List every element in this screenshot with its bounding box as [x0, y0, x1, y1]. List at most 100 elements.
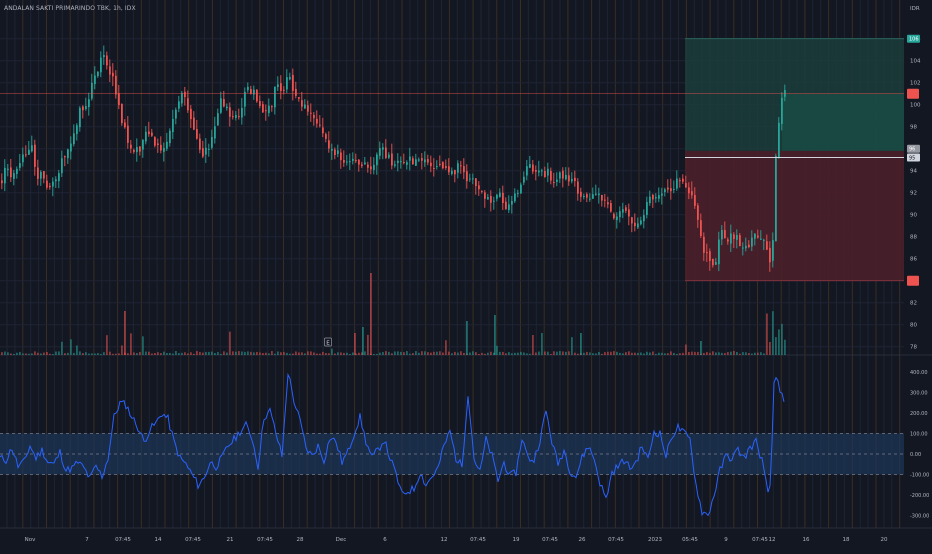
candle-body[interactable] [616, 216, 618, 221]
candle-body[interactable] [244, 91, 246, 107]
candle-body[interactable] [454, 170, 456, 175]
candle-body[interactable] [229, 107, 231, 117]
candle-body[interactable] [637, 223, 639, 228]
candle-body[interactable] [391, 153, 393, 166]
candle-body[interactable] [310, 112, 312, 114]
candle-body[interactable] [220, 98, 222, 113]
candle-body[interactable] [337, 150, 339, 154]
candle-body[interactable] [781, 97, 783, 124]
candle-body[interactable] [64, 156, 66, 158]
candle-body[interactable] [181, 92, 183, 104]
candle-body[interactable] [397, 160, 399, 163]
candle-body[interactable] [232, 116, 234, 118]
candle-body[interactable] [154, 137, 156, 146]
candle-body[interactable] [142, 139, 144, 150]
candle-body[interactable] [757, 235, 759, 238]
candle-body[interactable] [67, 149, 69, 159]
candle-body[interactable] [334, 149, 336, 156]
candle-body[interactable] [574, 177, 576, 182]
candle-body[interactable] [361, 164, 363, 166]
candle-body[interactable] [385, 147, 387, 158]
candle-body[interactable] [241, 107, 243, 118]
candle-body[interactable] [40, 171, 42, 179]
candle-body[interactable] [745, 245, 747, 249]
candle-body[interactable] [586, 194, 588, 198]
candle-body[interactable] [22, 154, 24, 163]
candle-body[interactable] [58, 173, 60, 182]
candle-body[interactable] [775, 156, 777, 242]
candle-body[interactable] [358, 159, 360, 165]
candle-body[interactable] [691, 191, 693, 196]
candle-body[interactable] [148, 131, 150, 135]
candle-body[interactable] [469, 178, 471, 180]
candle-body[interactable] [196, 129, 198, 139]
candle-body[interactable] [346, 161, 348, 163]
candle-body[interactable] [208, 148, 210, 150]
candle-body[interactable] [145, 131, 147, 142]
candle-body[interactable] [400, 161, 402, 163]
candle-body[interactable] [736, 234, 738, 240]
candle-body[interactable] [112, 72, 114, 77]
candle-body[interactable] [97, 71, 99, 77]
candle-body[interactable] [130, 144, 132, 149]
candle-body[interactable] [85, 106, 87, 110]
candle-body[interactable] [730, 233, 732, 244]
symbol-title[interactable]: ANDALAN SAKTI PRIMARINDO TBK, 1h, IDX [4, 5, 136, 12]
candle-body[interactable] [25, 154, 27, 156]
candle-body[interactable] [592, 194, 594, 199]
candle-body[interactable] [13, 173, 15, 179]
candle-body[interactable] [169, 130, 171, 144]
candle-body[interactable] [187, 98, 189, 111]
candle-body[interactable] [202, 148, 204, 157]
candle-body[interactable] [619, 211, 621, 218]
candle-body[interactable] [55, 179, 57, 182]
candle-body[interactable] [115, 75, 117, 95]
candle-body[interactable] [73, 133, 75, 145]
candle-body[interactable] [622, 209, 624, 213]
candle-body[interactable] [766, 241, 768, 250]
candle-body[interactable] [640, 220, 642, 225]
candle-body[interactable] [568, 175, 570, 182]
price-label-stop[interactable] [907, 275, 919, 286]
chart-markers[interactable]: E [324, 337, 332, 347]
candle-body[interactable] [778, 122, 780, 159]
candle-body[interactable] [556, 179, 558, 182]
candle-body[interactable] [742, 247, 744, 249]
candle-body[interactable] [700, 220, 702, 236]
candle-body[interactable] [19, 163, 21, 168]
candle-body[interactable] [223, 99, 225, 107]
candle-body[interactable] [451, 170, 453, 174]
candle-body[interactable] [418, 159, 420, 161]
candle-body[interactable] [124, 122, 126, 128]
candle-body[interactable] [532, 164, 534, 172]
candle-body[interactable] [256, 89, 258, 102]
candle-body[interactable] [268, 105, 270, 114]
candle-body[interactable] [133, 149, 135, 152]
candle-body[interactable] [88, 99, 90, 108]
candle-body[interactable] [772, 240, 774, 261]
candle-body[interactable] [559, 172, 561, 179]
candle-body[interactable] [427, 159, 429, 163]
candle-body[interactable] [652, 194, 654, 200]
candle-body[interactable] [499, 192, 501, 197]
candle-body[interactable] [715, 262, 717, 265]
candle-body[interactable] [589, 198, 591, 200]
candle-body[interactable] [172, 118, 174, 133]
candle-body[interactable] [475, 178, 477, 187]
candle-body[interactable] [628, 209, 630, 217]
candle-body[interactable] [403, 161, 405, 163]
candle-body[interactable] [409, 156, 411, 161]
candle-body[interactable] [271, 106, 273, 108]
candle-body[interactable] [460, 165, 462, 167]
candle-body[interactable] [316, 118, 318, 124]
candle-body[interactable] [667, 187, 669, 190]
candle-body[interactable] [676, 178, 678, 189]
candle-body[interactable] [127, 125, 129, 143]
candle-body[interactable] [313, 114, 315, 119]
candle-body[interactable] [484, 192, 486, 199]
candle-body[interactable] [670, 188, 672, 192]
candle-body[interactable] [238, 116, 240, 118]
candle-body[interactable] [439, 163, 441, 165]
candle-body[interactable] [373, 164, 375, 170]
candle-body[interactable] [688, 187, 690, 194]
